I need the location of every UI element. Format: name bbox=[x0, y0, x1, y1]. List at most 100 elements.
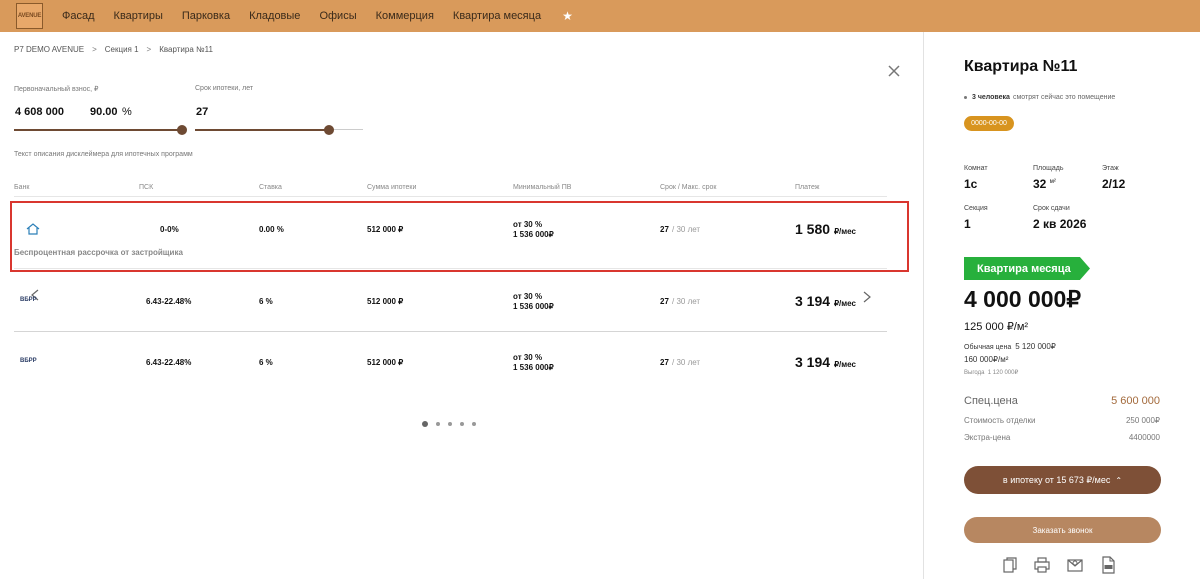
regular-price-value: 5 120 000₽ bbox=[1015, 342, 1056, 351]
nav-item-storage[interactable]: Кладовые bbox=[249, 10, 300, 22]
row-divider bbox=[14, 331, 887, 332]
close-icon[interactable] bbox=[887, 64, 901, 78]
term-label: Срок ипотеки, лет bbox=[195, 85, 254, 92]
term-slider-track[interactable] bbox=[195, 129, 330, 131]
breadcrumb-apartment: Квартира №11 bbox=[159, 45, 213, 54]
header-amount: Сумма ипотеки bbox=[367, 184, 417, 191]
extra-price-value: 4400000 bbox=[1128, 433, 1160, 442]
bank-logo-vbrr: ВБРР bbox=[20, 297, 37, 303]
floor-label: Этаж bbox=[1102, 165, 1119, 172]
floor-value: 2/12 bbox=[1102, 177, 1126, 191]
request-call-button[interactable]: Заказать звонок bbox=[964, 517, 1161, 543]
pdf-icon[interactable] bbox=[1099, 556, 1117, 574]
down-payment-label: Первоначальный взнос, ₽ bbox=[14, 86, 99, 93]
breadcrumb-project[interactable]: P7 DEMO AVENUE bbox=[14, 45, 84, 54]
print-icon[interactable] bbox=[1033, 556, 1051, 574]
carousel-pagination bbox=[422, 421, 476, 427]
row3-term: 27 bbox=[660, 358, 669, 367]
mortgage-disclaimer: Текст описания дисклеймера для ипотечных… bbox=[14, 151, 193, 158]
row1-program-name: Беспроцентная рассрочка от застройщика bbox=[14, 248, 183, 257]
row1-payment-value: 1 580 bbox=[795, 221, 831, 237]
apartment-panel: Квартира №11 3 человека смотрят сейчас э… bbox=[923, 32, 1200, 579]
row1-min-pv-sum: 1 536 000₽ bbox=[513, 230, 554, 239]
breadcrumb-section[interactable]: Секция 1 bbox=[105, 45, 139, 54]
house-icon bbox=[26, 223, 40, 235]
row1-psk: 0-0% bbox=[160, 225, 179, 234]
term-slider-handle[interactable] bbox=[324, 125, 335, 135]
section-value: 1 bbox=[964, 217, 971, 231]
row2-term: 27 bbox=[660, 297, 669, 306]
bullet-icon bbox=[964, 96, 967, 99]
row3-amount: 512 000 ₽ bbox=[367, 358, 404, 367]
header-bank: Банк bbox=[14, 184, 30, 191]
benefit: Выгода 1 120 000₽ bbox=[964, 369, 1018, 376]
row2-max-term: / 30 лет bbox=[672, 297, 701, 306]
rooms-value: 1с bbox=[964, 177, 978, 191]
pagination-dot[interactable] bbox=[436, 422, 440, 426]
row2-rate: 6 % bbox=[259, 297, 273, 306]
nav-item-apartment-of-month[interactable]: Квартира месяца bbox=[453, 10, 541, 22]
row2-psk: 6.43-22.48% bbox=[146, 297, 192, 306]
row1-rate: 0.00 % bbox=[259, 225, 284, 234]
row1-payment-unit: ₽/мес bbox=[833, 227, 856, 236]
pagination-dot[interactable] bbox=[422, 421, 428, 427]
copy-icon[interactable] bbox=[1001, 556, 1019, 574]
apartment-of-month-badge: Квартира месяца bbox=[964, 257, 1090, 280]
mortgage-button[interactable]: в ипотеку от 15 673 ₽/мес ⌃ bbox=[964, 466, 1161, 494]
top-navbar: AVENUE Фасад Квартиры Парковка Кладовые … bbox=[0, 0, 1200, 32]
star-icon[interactable]: ★ bbox=[562, 9, 573, 23]
mail-icon[interactable] bbox=[1066, 556, 1084, 574]
table-row-highlighted[interactable] bbox=[10, 201, 909, 272]
pagination-dot[interactable] bbox=[472, 422, 476, 426]
term-input[interactable]: 27 bbox=[196, 106, 208, 118]
row3-psk: 6.43-22.48% bbox=[146, 358, 192, 367]
viewers-text: смотрят сейчас это помещение bbox=[1012, 94, 1116, 101]
row3-min-pv-percent: от 30 % bbox=[513, 353, 543, 362]
area-label: Площадь bbox=[1033, 165, 1064, 172]
percent-sign: % bbox=[122, 106, 132, 118]
chevron-up-icon: ⌃ bbox=[1115, 475, 1123, 485]
viewers-notice: 3 человека смотрят сейчас это помещение bbox=[964, 94, 1115, 101]
down-payment-percent-input[interactable]: 90.00 bbox=[90, 106, 118, 118]
row3-payment-value: 3 194 bbox=[795, 354, 831, 370]
nav-item-parking[interactable]: Парковка bbox=[182, 10, 230, 22]
nav-item-apartments[interactable]: Квартиры bbox=[114, 10, 163, 22]
row1-term: 27 bbox=[660, 225, 669, 234]
header-min-pv: Минимальный ПВ bbox=[513, 184, 572, 191]
finish-cost-value: 250 000₽ bbox=[1125, 416, 1160, 425]
nav-item-commercial[interactable]: Коммерция bbox=[376, 10, 434, 22]
breadcrumb: P7 DEMO AVENUE > Секция 1 > Квартира №11 bbox=[14, 45, 213, 54]
avenue-logo[interactable]: AVENUE bbox=[16, 3, 43, 29]
pagination-dot[interactable] bbox=[460, 422, 464, 426]
table-header-divider bbox=[14, 196, 887, 197]
down-payment-slider-handle[interactable] bbox=[177, 125, 187, 135]
row2-min-pv-percent: от 30 % bbox=[513, 292, 543, 301]
row3-rate: 6 % bbox=[259, 358, 273, 367]
extra-price-label: Экстра-цена bbox=[964, 433, 1011, 442]
delivery-value: 2 кв 2026 bbox=[1033, 217, 1087, 231]
chevron-right-icon[interactable] bbox=[862, 291, 872, 303]
main-nav: Фасад Квартиры Парковка Кладовые Офисы К… bbox=[62, 0, 573, 32]
breadcrumb-separator: > bbox=[92, 45, 97, 54]
row1-amount: 512 000 ₽ bbox=[367, 225, 404, 234]
viewers-count: 3 человека bbox=[972, 94, 1010, 101]
row1-payment: 1 580 ₽/мес bbox=[795, 221, 856, 237]
row2-payment: 3 194 ₽/мес bbox=[795, 293, 856, 309]
spec-price-label: Спец.цена bbox=[964, 395, 1018, 407]
nav-item-offices[interactable]: Офисы bbox=[319, 10, 356, 22]
area-number: 32 bbox=[1033, 177, 1047, 191]
header-psk: ПСК bbox=[139, 184, 154, 191]
row-divider bbox=[14, 268, 887, 269]
price-per-sqm: 125 000 ₽/м² bbox=[964, 321, 1029, 333]
spec-price-value: 5 600 000 bbox=[1111, 395, 1160, 407]
down-payment-slider-track[interactable] bbox=[14, 129, 182, 131]
finish-cost-label: Стоимость отделки bbox=[964, 416, 1036, 425]
nav-item-facade[interactable]: Фасад bbox=[62, 10, 95, 22]
row2-min-pv-sum: 1 536 000₽ bbox=[513, 302, 554, 311]
row1-min-pv-percent: от 30 % bbox=[513, 220, 543, 229]
area-unit: м² bbox=[1049, 179, 1056, 185]
delivery-label: Срок сдачи bbox=[1033, 205, 1070, 212]
down-payment-input[interactable]: 4 608 000 bbox=[15, 106, 64, 118]
row3-payment-unit: ₽/мес bbox=[833, 360, 856, 369]
pagination-dot[interactable] bbox=[448, 422, 452, 426]
